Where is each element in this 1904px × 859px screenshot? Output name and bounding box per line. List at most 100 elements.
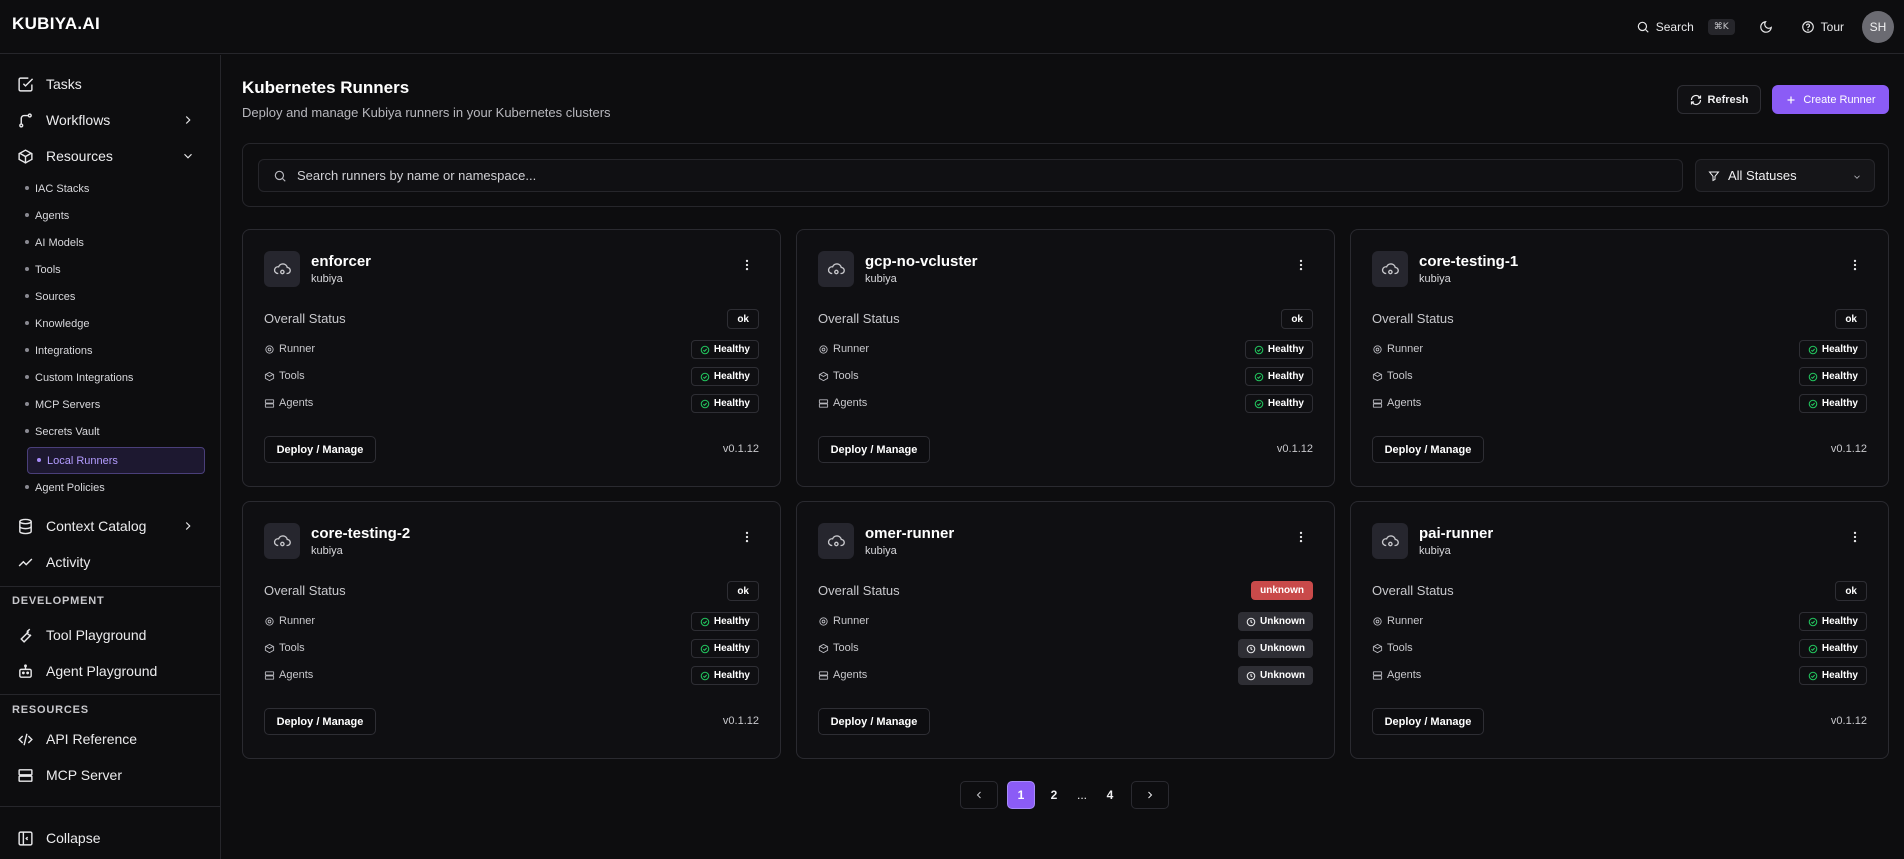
sidebar-subitem-label: Agents bbox=[35, 209, 70, 222]
sidebar-item-api-reference[interactable]: API Reference bbox=[0, 721, 221, 757]
tour-button[interactable]: Tour bbox=[1801, 20, 1844, 34]
sidebar-item-label: Tool Playground bbox=[46, 627, 147, 643]
runner-icon-box bbox=[264, 523, 300, 559]
avatar[interactable]: SH bbox=[1862, 11, 1894, 43]
runner-menu-button[interactable] bbox=[1848, 258, 1862, 277]
agents-status-badge: Healthy bbox=[1798, 394, 1867, 413]
tools-status-text: Healthy bbox=[713, 371, 750, 382]
sidebar-subitem-label: Agent Policies bbox=[35, 481, 105, 494]
sidebar-subitem-tools[interactable]: Tools bbox=[25, 257, 205, 282]
theme-toggle[interactable] bbox=[1759, 20, 1779, 34]
sidebar-subitem-local-runners[interactable]: Local Runners bbox=[27, 447, 205, 474]
server-icon bbox=[818, 670, 829, 680]
bullet-icon bbox=[25, 213, 29, 217]
cog-icon bbox=[1373, 616, 1382, 626]
sidebar-item-activity[interactable]: Activity bbox=[0, 544, 221, 580]
sidebar-subitem-secrets-vault[interactable]: Secrets Vault bbox=[25, 419, 205, 444]
tools-status-badge: Healthy bbox=[690, 367, 759, 386]
sidebar-subitem-label: Integrations bbox=[35, 344, 93, 357]
runner-search-field[interactable] bbox=[258, 159, 1683, 192]
runner-menu-button[interactable] bbox=[1848, 530, 1862, 549]
sidebar-subitem-iac-stacks[interactable]: IAC Stacks bbox=[25, 176, 205, 201]
pagination-page-1[interactable]: 1 bbox=[1007, 781, 1035, 809]
runner-menu-button[interactable] bbox=[740, 530, 754, 549]
bot-icon bbox=[19, 663, 32, 678]
sidebar-item-tasks[interactable]: Tasks bbox=[0, 66, 221, 102]
tools-status-row: Tools bbox=[264, 642, 305, 654]
runner-search-input[interactable] bbox=[297, 168, 1657, 183]
runner-card: core-testing-1 kubiya Overall Status ok … bbox=[1350, 229, 1889, 487]
sidebar-subitem-sources[interactable]: Sources bbox=[25, 284, 205, 309]
more-vertical-icon bbox=[1853, 531, 1857, 543]
bullet-icon bbox=[25, 375, 29, 379]
runner-menu-button[interactable] bbox=[740, 258, 754, 277]
agents-status-text: Unknown bbox=[1260, 670, 1305, 681]
refresh-button[interactable]: Refresh bbox=[1677, 85, 1761, 114]
runner-name[interactable]: omer-runner bbox=[865, 525, 954, 542]
status-filter-select[interactable]: All Statuses bbox=[1695, 159, 1875, 192]
sidebar-item-context-catalog[interactable]: Context Catalog bbox=[0, 508, 221, 544]
filter-icon bbox=[1708, 171, 1720, 181]
runner-menu-button[interactable] bbox=[1294, 258, 1308, 277]
chevron-right-icon bbox=[1148, 791, 1153, 799]
overall-status-badge: ok bbox=[1835, 309, 1867, 329]
runner-icon-box bbox=[818, 523, 854, 559]
sidebar-subitem-custom-integrations[interactable]: Custom Integrations bbox=[25, 365, 205, 390]
agents-status-text: Healthy bbox=[1821, 670, 1858, 681]
deploy-manage-button[interactable]: Deploy / Manage bbox=[818, 708, 930, 735]
runner-menu-button[interactable] bbox=[1294, 530, 1308, 549]
logo[interactable]: KUBIYA.AI bbox=[12, 14, 100, 34]
sidebar-item-label: MCP Server bbox=[46, 767, 122, 783]
tools-status-badge: Healthy bbox=[1798, 367, 1867, 386]
sidebar-item-label: Resources bbox=[46, 148, 113, 164]
sidebar-item-tool-playground[interactable]: Tool Playground bbox=[0, 617, 221, 653]
pagination-page-4[interactable]: 4 bbox=[1096, 781, 1124, 809]
check-circle-icon bbox=[1808, 399, 1818, 408]
deploy-manage-button[interactable]: Deploy / Manage bbox=[264, 708, 376, 735]
sidebar-item-resources[interactable]: Resources bbox=[0, 138, 221, 174]
sidebar-subitem-knowledge[interactable]: Knowledge bbox=[25, 311, 205, 336]
deploy-manage-button[interactable]: Deploy / Manage bbox=[1372, 436, 1484, 463]
pagination-next-button[interactable] bbox=[1131, 781, 1169, 809]
agents-label: Agents bbox=[279, 669, 314, 681]
runner-name[interactable]: pai-runner bbox=[1419, 525, 1493, 542]
runner-name[interactable]: enforcer bbox=[311, 253, 371, 270]
runner-status-row: Runner bbox=[264, 615, 315, 627]
sidebar-subitem-agent-policies[interactable]: Agent Policies bbox=[25, 475, 205, 500]
sidebar-subitem-integrations[interactable]: Integrations bbox=[25, 338, 205, 363]
deploy-manage-button[interactable]: Deploy / Manage bbox=[264, 436, 376, 463]
agents-label: Agents bbox=[1387, 669, 1422, 681]
sidebar-collapse-button[interactable]: Collapse bbox=[0, 820, 221, 856]
sidebar-item-label: API Reference bbox=[46, 731, 138, 747]
deploy-manage-button[interactable]: Deploy / Manage bbox=[1372, 708, 1484, 735]
check-circle-icon bbox=[700, 399, 710, 408]
sidebar-item-label: Tasks bbox=[46, 76, 82, 92]
package-icon bbox=[264, 371, 275, 381]
runner-status-text: Healthy bbox=[1821, 616, 1858, 627]
sidebar-subitem-mcp-servers[interactable]: MCP Servers bbox=[25, 392, 205, 417]
pagination-prev-button[interactable] bbox=[960, 781, 998, 809]
runner-name[interactable]: gcp-no-vcluster bbox=[865, 253, 978, 270]
bullet-icon bbox=[25, 402, 29, 406]
more-vertical-icon bbox=[1299, 259, 1303, 271]
bullet-icon bbox=[37, 458, 41, 462]
sidebar-item-workflows[interactable]: Workflows bbox=[0, 102, 221, 138]
pagination-page-2[interactable]: 2 bbox=[1040, 781, 1068, 809]
runner-card: pai-runner kubiya Overall Status ok Runn… bbox=[1350, 501, 1889, 759]
global-search-button[interactable]: Search bbox=[1636, 20, 1694, 34]
agents-status-row: Agents bbox=[264, 669, 313, 681]
runner-version: v0.1.12 bbox=[1276, 443, 1313, 455]
sidebar-subitem-agents[interactable]: Agents bbox=[25, 203, 205, 228]
overall-status-label: Overall Status bbox=[1372, 583, 1454, 598]
box-icon bbox=[18, 148, 33, 164]
sidebar-item-mcp-server[interactable]: MCP Server bbox=[0, 757, 221, 793]
sidebar-subitem-ai-models[interactable]: AI Models bbox=[25, 230, 205, 255]
sidebar-item-agent-playground[interactable]: Agent Playground bbox=[0, 653, 221, 689]
runner-name[interactable]: core-testing-1 bbox=[1419, 253, 1518, 270]
deploy-manage-button[interactable]: Deploy / Manage bbox=[818, 436, 930, 463]
chevron-left-icon bbox=[976, 791, 981, 799]
agents-status-badge: Healthy bbox=[1798, 666, 1867, 685]
create-runner-button[interactable]: Create Runner bbox=[1772, 85, 1889, 114]
runner-status-badge: Healthy bbox=[690, 612, 759, 631]
runner-name[interactable]: core-testing-2 bbox=[311, 525, 410, 542]
